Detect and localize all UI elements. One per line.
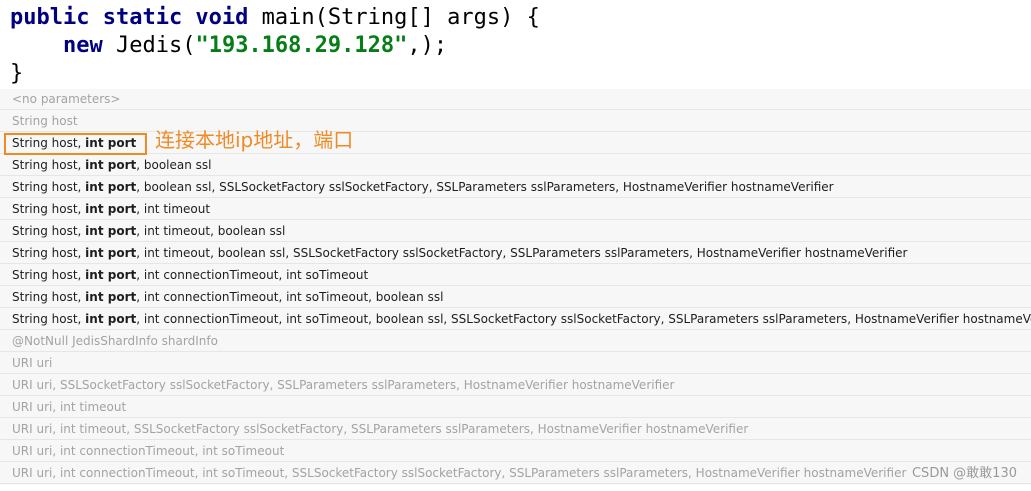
code-text: ,); (407, 33, 448, 58)
parameter-signature-row[interactable]: @NotNull JedisShardInfo shardInfo (0, 331, 1031, 352)
code-editor[interactable]: public static void main(String[] args) {… (0, 0, 1031, 88)
code-text: } (10, 61, 24, 86)
code-text: Jedis( (102, 33, 196, 58)
signature-text: String host, (12, 268, 86, 282)
current-parameter: int port (85, 312, 137, 326)
signature-text: String host, (12, 246, 86, 260)
signature-text: URI uri, SSLSocketFactory sslSocketFacto… (12, 378, 675, 392)
signature-text: String host, (12, 158, 86, 172)
parameter-signature-row[interactable]: String host, int port, int connectionTim… (0, 309, 1031, 330)
parameter-signature-row[interactable]: String host, int port, int connectionTim… (0, 265, 1031, 286)
signature-text: String host, (12, 224, 86, 238)
signature-text: URI uri, int connectionTimeout, int soTi… (12, 466, 907, 480)
annotation-text: 连接本地ip地址，端口 (155, 128, 354, 152)
parameter-signature-row[interactable]: String host, int port, boolean ssl (0, 155, 1031, 176)
current-parameter: int port (85, 290, 137, 304)
parameter-signature-row[interactable]: String host, int port, int timeout, bool… (0, 221, 1031, 242)
signature-text: , int timeout, boolean ssl, SSLSocketFac… (136, 246, 908, 260)
parameter-signature-row[interactable]: URI uri, int timeout, SSLSocketFactory s… (0, 419, 1031, 440)
parameter-signature-row[interactable]: URI uri, int connectionTimeout, int soTi… (0, 441, 1031, 462)
watermark: CSDN @敢敢130 (911, 466, 1017, 481)
current-parameter: int port (85, 158, 137, 172)
current-parameter: int port (85, 246, 137, 260)
highlight-box (4, 133, 147, 155)
signature-text: URI uri, int timeout, SSLSocketFactory s… (12, 422, 749, 436)
current-parameter: int port (85, 180, 137, 194)
signature-text: String host, (12, 290, 86, 304)
current-parameter: int port (85, 202, 137, 216)
parameter-signature-row[interactable]: String host, int port, int connectionTim… (0, 287, 1031, 308)
parameter-signature-row[interactable]: URI uri (0, 353, 1031, 374)
signature-text: , int timeout, boolean ssl (136, 224, 286, 238)
signature-text: @NotNull JedisShardInfo shardInfo (12, 334, 218, 348)
code-keyword: new (62, 33, 103, 58)
signature-text: String host, (12, 180, 86, 194)
signature-text: URI uri, int connectionTimeout, int soTi… (12, 444, 285, 458)
parameter-signature-row[interactable]: String host, int port, int timeout (0, 199, 1031, 220)
code-text: main(String[] args) { (248, 5, 540, 30)
code-line-3: } (10, 60, 23, 88)
signature-text: , int timeout (136, 202, 211, 216)
signature-text: String host, (12, 312, 86, 326)
current-parameter: int port (85, 224, 137, 238)
current-parameter: int port (85, 268, 137, 282)
signature-text: , boolean ssl, SSLSocketFactory sslSocke… (136, 180, 834, 194)
parameter-signature-row[interactable]: String host, int port, boolean ssl, SSLS… (0, 177, 1031, 198)
signature-text: String host, (12, 202, 86, 216)
parameter-signature-row[interactable]: <no parameters> (0, 89, 1031, 110)
parameter-signature-row[interactable]: URI uri, SSLSocketFactory sslSocketFacto… (0, 375, 1031, 396)
signature-text: URI uri, int timeout (12, 400, 127, 414)
signature-text: String host (12, 114, 78, 128)
signature-text: , int connectionTimeout, int soTimeout, … (136, 312, 1031, 326)
parameter-signature-row[interactable]: URI uri, int connectionTimeout, int soTi… (0, 463, 1031, 484)
code-keyword: public static void (10, 5, 249, 30)
signature-text: URI uri (12, 356, 53, 370)
code-line-2: new Jedis("193.168.29.128",); (10, 32, 447, 60)
signature-text: , boolean ssl (136, 158, 212, 172)
signature-text: <no parameters> (12, 92, 121, 106)
code-line-1: public static void main(String[] args) { (10, 4, 540, 32)
parameter-signature-row[interactable]: URI uri, int timeout (0, 397, 1031, 418)
signature-text: , int connectionTimeout, int soTimeout (136, 268, 369, 282)
code-string-literal: "193.168.29.128" (195, 33, 408, 58)
signature-text: , int connectionTimeout, int soTimeout, … (136, 290, 444, 304)
parameter-signature-row[interactable]: String host, int port, int timeout, bool… (0, 243, 1031, 264)
